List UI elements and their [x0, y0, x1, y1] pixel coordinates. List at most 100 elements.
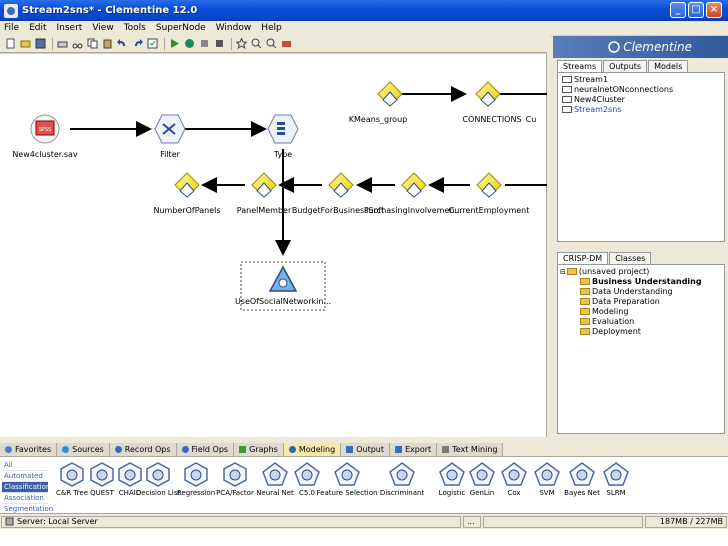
collapse-icon[interactable]: ⊟ — [560, 268, 566, 276]
execute-selection-icon[interactable] — [183, 37, 196, 50]
node-label-numberofpanels[interactable]: NumberOfPanels — [154, 206, 221, 215]
tab-crisp-dm[interactable]: CRISP-DM — [557, 252, 609, 264]
tab-modeling[interactable]: Modeling — [283, 443, 342, 456]
tab-label: Export — [405, 445, 432, 454]
minimize-button[interactable]: _ — [670, 2, 686, 18]
project-folder[interactable]: Data Understanding — [580, 287, 673, 296]
folder-icon — [580, 288, 590, 295]
palette-node[interactable]: SVM — [527, 461, 567, 497]
tab-field-ops[interactable]: Field Ops — [176, 443, 235, 456]
tab-record-ops[interactable]: Record Ops — [109, 443, 177, 456]
paste-icon[interactable] — [101, 37, 114, 50]
pause-icon[interactable] — [198, 37, 211, 50]
folder-icon — [580, 318, 590, 325]
new-icon[interactable] — [4, 37, 17, 50]
project-folder[interactable]: Business Understanding — [580, 277, 702, 286]
project-folder[interactable]: Data Preparation — [580, 297, 660, 306]
palette-node[interactable]: SLRM — [596, 461, 636, 497]
model-node-panelmember — [251, 172, 277, 198]
stream-item[interactable]: Stream1 — [562, 75, 608, 84]
model-node-icon — [262, 462, 288, 486]
palette-node[interactable]: PCA/Factor — [215, 461, 255, 497]
tab-label: Field Ops — [191, 445, 229, 454]
server-status[interactable]: Server: Local Server — [1, 515, 461, 528]
annotation-icon[interactable] — [235, 37, 248, 50]
palette-node[interactable]: Discriminant — [380, 461, 424, 497]
category-automated[interactable]: Automated — [2, 471, 48, 482]
node-label-connections[interactable]: CONNECTIONS — [462, 115, 521, 124]
stream-item[interactable]: neuralnetONconnections — [562, 85, 673, 94]
project-root-label: (unsaved project) — [578, 267, 650, 276]
supernode-icon[interactable] — [280, 37, 293, 50]
palette-node-label: SLRM — [606, 489, 626, 497]
tab-label: Favorites — [15, 445, 52, 454]
node-label-panelmember[interactable]: PanelMember — [237, 206, 292, 215]
menu-insert[interactable]: Insert — [57, 23, 83, 33]
svg-text:SPSS: SPSS — [39, 127, 52, 133]
node-label-employment[interactable]: CurrentEmployment — [449, 206, 530, 215]
open-icon[interactable] — [19, 37, 32, 50]
manager-tabs: Streams Outputs Models — [557, 60, 689, 72]
node-label-purchasing[interactable]: PurchasingInvolvemen... — [364, 206, 462, 215]
stream-canvas[interactable]: SPSS New4cluster.sav Filter Type KMeans_… — [0, 54, 547, 437]
zoom-in-icon[interactable] — [250, 37, 263, 50]
node-label-cut[interactable]: Cu — [526, 115, 537, 124]
category-classification[interactable]: Classification — [2, 482, 50, 493]
category-association[interactable]: Association — [2, 493, 48, 504]
node-label-new4cluster[interactable]: New4cluster.sav — [12, 150, 77, 159]
tab-models[interactable]: Models — [648, 60, 689, 72]
graphs-icon — [239, 446, 247, 453]
menu-supernode[interactable]: SuperNode — [156, 23, 206, 33]
palette-node[interactable]: Feature Selection — [317, 461, 377, 497]
node-label-filter[interactable]: Filter — [160, 150, 180, 159]
close-button[interactable]: × — [706, 2, 722, 18]
copy-icon[interactable] — [86, 37, 99, 50]
undo-icon[interactable] — [116, 37, 129, 50]
node-label-useofsocial[interactable]: UseOfSocialNetworkin... — [235, 297, 331, 306]
tab-favorites[interactable]: Favorites — [0, 443, 58, 456]
palette-node-label: Cox — [507, 489, 521, 497]
server-icon — [5, 517, 14, 526]
tab-sources[interactable]: Sources — [57, 443, 110, 456]
palette-node[interactable]: Regression — [176, 461, 216, 497]
cut-icon[interactable] — [71, 37, 84, 50]
maximize-button[interactable]: □ — [688, 2, 704, 18]
status-more-button[interactable]: ... — [463, 515, 481, 528]
print-icon[interactable] — [56, 37, 69, 50]
tab-outputs[interactable]: Outputs — [603, 60, 648, 72]
properties-icon[interactable] — [146, 37, 159, 50]
project-folder[interactable]: Modeling — [580, 307, 628, 316]
zoom-out-icon[interactable] — [265, 37, 278, 50]
project-folder[interactable]: Evaluation — [580, 317, 634, 326]
tab-classes[interactable]: Classes — [609, 252, 652, 264]
tab-label: Text Mining — [452, 445, 498, 454]
stream-item-active[interactable]: Stream2sns — [562, 105, 621, 114]
model-node-numberofpanels — [174, 172, 200, 198]
node-label-type[interactable]: Type — [274, 150, 292, 159]
menu-tools[interactable]: Tools — [124, 23, 146, 33]
save-icon[interactable] — [34, 37, 47, 50]
node-label-kmeans[interactable]: KMeans_group — [349, 115, 407, 124]
tab-streams[interactable]: Streams — [557, 60, 603, 72]
menu-edit[interactable]: Edit — [29, 23, 46, 33]
tab-export[interactable]: Export — [390, 443, 438, 456]
stream-label: neuralnetONconnections — [574, 85, 674, 94]
menu-window[interactable]: Window — [216, 23, 252, 33]
menu-file[interactable]: File — [4, 23, 19, 33]
category-all[interactable]: All — [2, 460, 48, 471]
palette-node[interactable]: Decision List — [136, 461, 180, 497]
redo-icon[interactable] — [131, 37, 144, 50]
execute-icon[interactable] — [168, 37, 181, 50]
server-label: Server: Local Server — [17, 517, 98, 526]
tab-text-mining[interactable]: Text Mining — [437, 443, 504, 456]
project-root[interactable]: ⊟ (unsaved project) — [560, 267, 649, 276]
stream-item[interactable]: New4Cluster — [562, 95, 625, 104]
stop-icon[interactable] — [213, 37, 226, 50]
tab-graphs[interactable]: Graphs — [234, 443, 284, 456]
menu-help[interactable]: Help — [261, 23, 282, 33]
project-folder[interactable]: Deployment — [580, 327, 641, 336]
folder-icon — [580, 328, 590, 335]
memory-usage: 187MB / 227MB — [645, 515, 727, 528]
tab-output[interactable]: Output — [341, 443, 390, 456]
menu-view[interactable]: View — [92, 23, 113, 33]
